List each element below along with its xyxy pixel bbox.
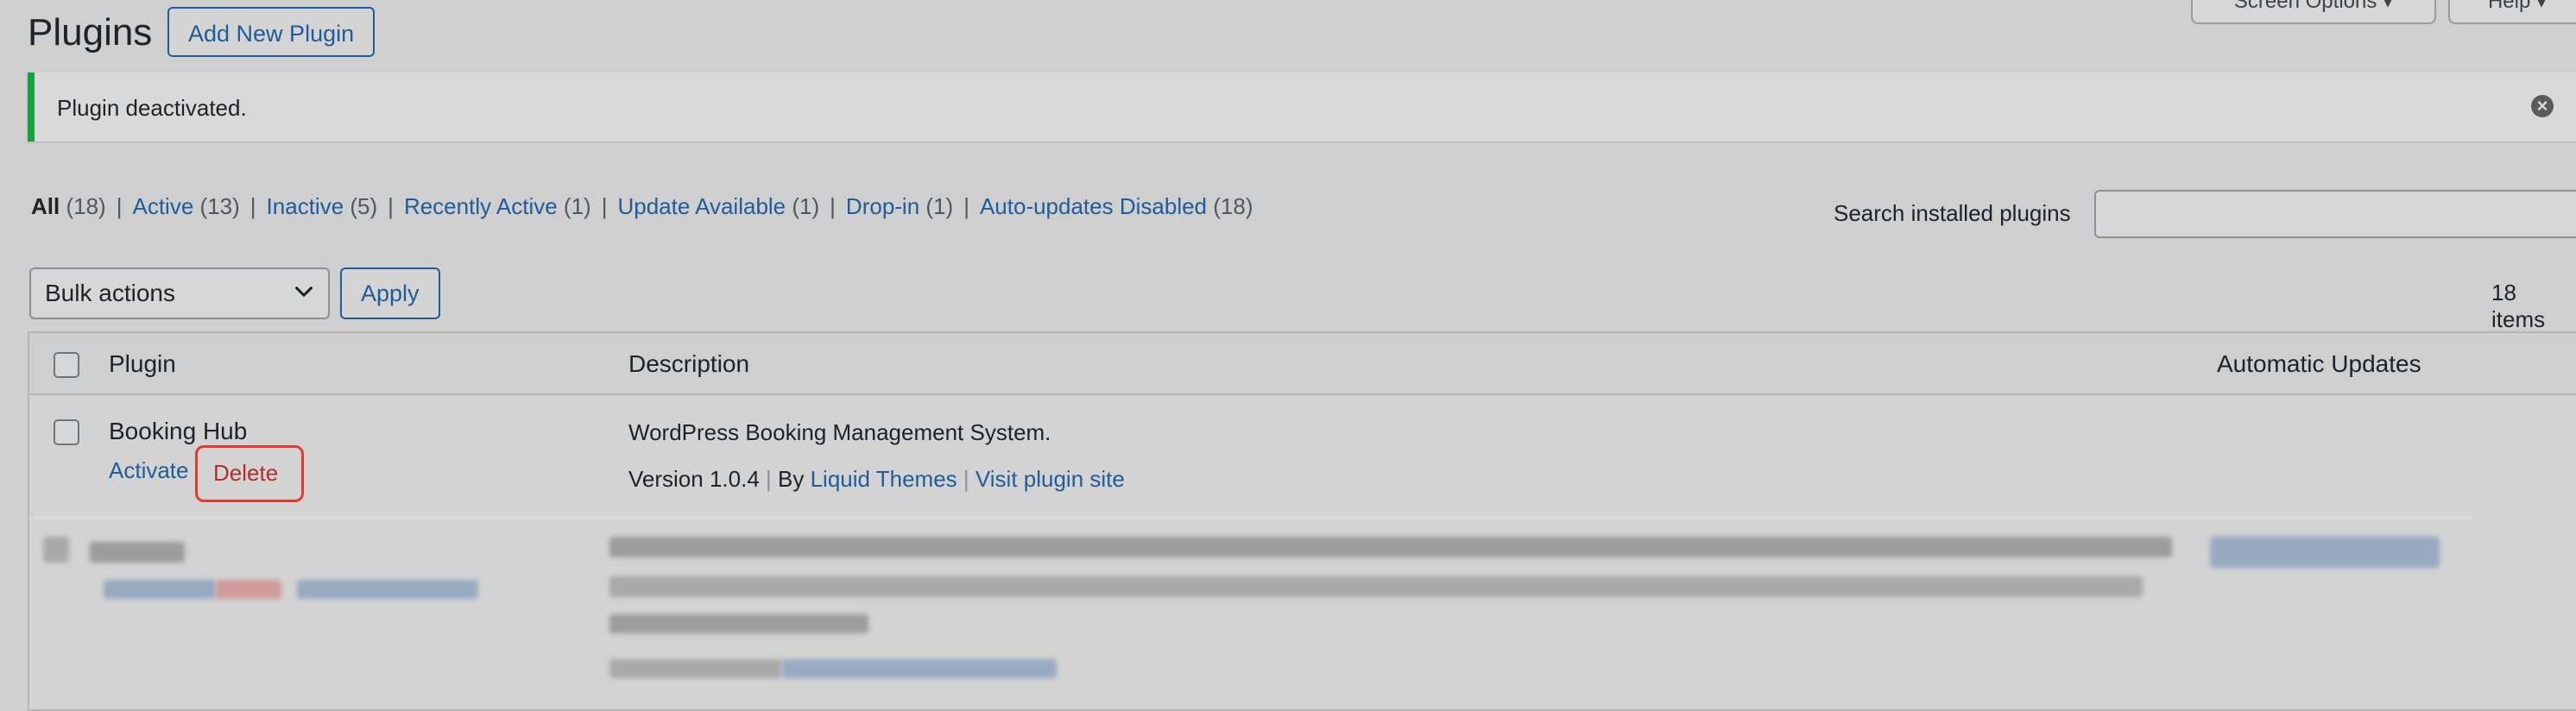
blurred-meta-link <box>782 659 1057 678</box>
column-header-automatic-updates: Automatic Updates <box>2217 350 2421 377</box>
screen-options-button[interactable]: Screen Options ▾ <box>2191 0 2436 24</box>
filter-active[interactable]: Active (13) <box>132 193 239 219</box>
filter-separator: | <box>388 193 394 219</box>
by-label: By <box>778 466 805 492</box>
filter-inactive[interactable]: Inactive (5) <box>267 193 378 219</box>
filter-update-available[interactable]: Update Available (1) <box>617 193 819 219</box>
apply-button[interactable]: Apply <box>340 267 440 319</box>
filter-separator: | <box>249 193 256 219</box>
filter-separator: | <box>601 193 608 219</box>
blurred-description-line <box>609 537 2172 557</box>
filter-recently-active[interactable]: Recently Active (1) <box>404 193 591 219</box>
filter-auto-updates-disabled[interactable]: Auto-updates Disabled (18) <box>980 193 1253 219</box>
filter-separator: | <box>963 193 969 219</box>
blurred-description-line <box>609 576 2143 597</box>
search-input[interactable] <box>2094 190 2576 238</box>
help-button[interactable]: Help ▾ <box>2448 0 2576 24</box>
success-notice <box>28 72 2576 142</box>
delete-link[interactable]: Delete <box>195 445 304 502</box>
filter-drop-in[interactable]: Drop-in (1) <box>846 193 953 219</box>
close-circle-icon[interactable]: × <box>2531 95 2554 117</box>
activate-link[interactable]: Activate <box>109 457 189 484</box>
author-link[interactable]: Liquid Themes <box>811 466 957 492</box>
filter-separator: | <box>116 193 123 219</box>
search-label: Search installed plugins <box>1834 200 2071 226</box>
blurred-action-link <box>297 580 478 599</box>
meta-separator: | <box>766 466 772 492</box>
plugin-status-filters: All (18) | Active (13) | Inactive (5) | Recent… <box>31 192 1253 221</box>
table-header <box>29 333 2576 395</box>
row-checkbox[interactable] <box>54 419 79 445</box>
meta-separator: | <box>963 466 969 492</box>
plugin-version: Version 1.0.4 <box>628 466 760 492</box>
blurred-description-line <box>609 614 868 633</box>
plugin-name: Booking Hub <box>109 418 248 444</box>
item-count: 18 items <box>2491 280 2546 332</box>
plugin-description: WordPress Booking Management System. <box>628 419 1051 445</box>
blurred-meta-line <box>609 659 782 678</box>
blurred-checkbox <box>43 537 69 563</box>
blurred-action-link <box>104 580 216 599</box>
filter-separator: | <box>830 193 836 219</box>
notice-message: Plugin deactivated. <box>57 95 247 121</box>
column-header-description: Description <box>628 350 750 377</box>
row-divider <box>29 516 2472 519</box>
blurred-plugin-name <box>90 542 185 563</box>
bulk-actions-select[interactable]: Bulk actions <box>29 267 330 319</box>
select-all-checkbox[interactable] <box>54 352 79 378</box>
filter-all[interactable]: All (18) <box>31 193 106 219</box>
blurred-delete-link <box>216 580 281 599</box>
column-header-plugin[interactable]: Plugin <box>109 350 176 378</box>
chevron-down-icon <box>295 286 313 297</box>
plugin-meta: Version 1.0.4 | By Liquid Themes | Visit… <box>628 466 1125 493</box>
add-new-plugin-button[interactable]: Add New Plugin <box>167 7 376 57</box>
page-title: Plugins <box>28 11 153 53</box>
visit-plugin-site-link[interactable]: Visit plugin site <box>975 466 1125 492</box>
blurred-auto-updates-link <box>2210 537 2440 568</box>
